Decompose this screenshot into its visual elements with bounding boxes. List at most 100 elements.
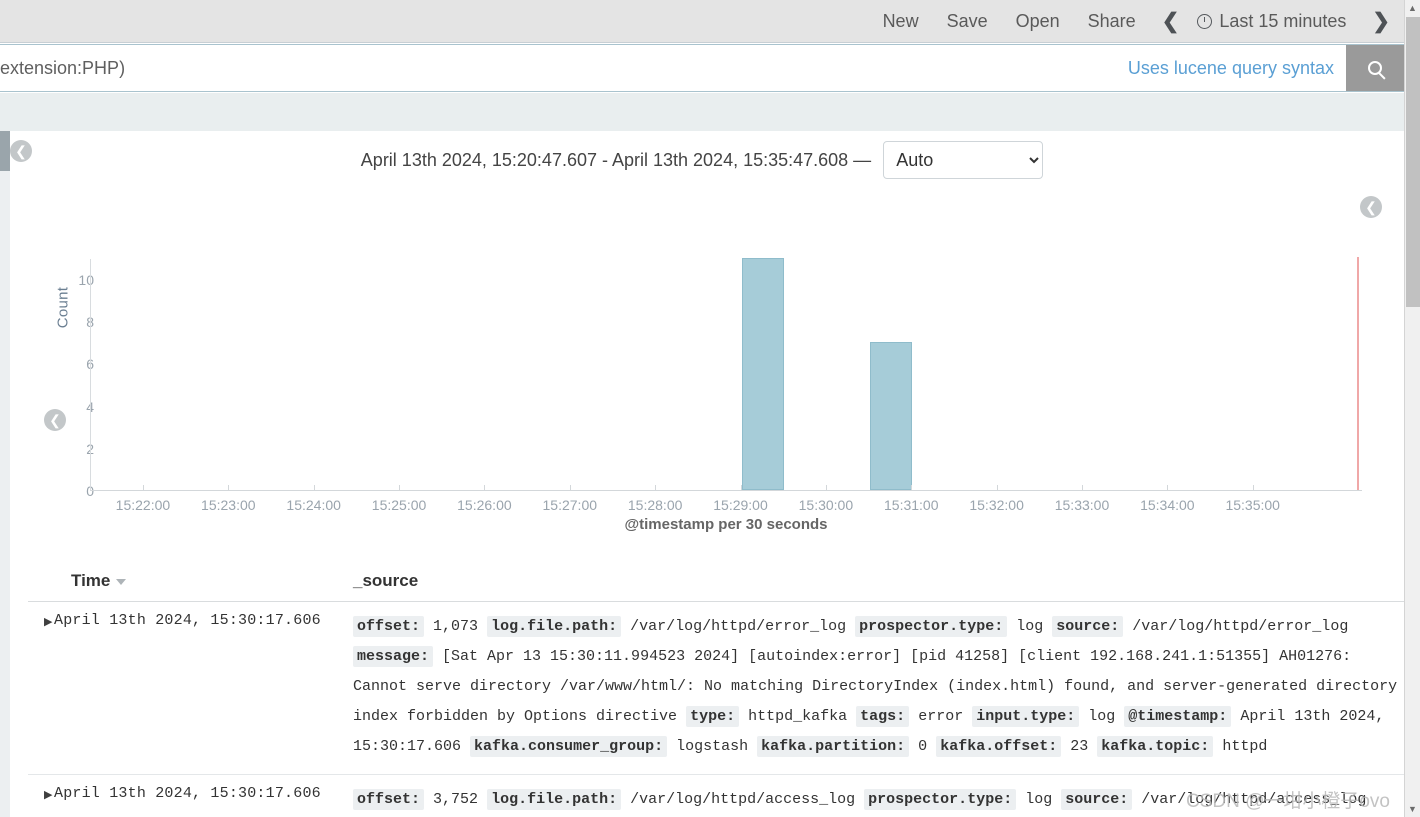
histogram-chart: Count 0 2 4 6 8 10 15:22:00 15:23:00 15:24:00 15… xyxy=(40,191,1370,541)
x-axis-tickmark xyxy=(313,485,315,491)
field-name: log.file.path: xyxy=(487,789,622,810)
column-header-time[interactable]: Time xyxy=(28,571,353,591)
expand-row-icon[interactable]: ▶ xyxy=(28,785,54,801)
field-value: 23 xyxy=(1070,738,1089,755)
expand-row-icon[interactable]: ▶ xyxy=(28,612,54,628)
time-range-picker[interactable]: Last 15 minutes xyxy=(1197,11,1346,32)
plot-area xyxy=(90,257,1362,491)
row-timestamp: April 13th 2024, 15:30:17.606 xyxy=(54,785,321,802)
field-name: source: xyxy=(1052,616,1124,637)
histogram-bar[interactable] xyxy=(741,258,784,490)
field-value: /var/log/httpd/access_log xyxy=(1141,791,1367,808)
field-value: /var/log/httpd/access_log xyxy=(630,791,856,808)
x-axis-tickmark xyxy=(1081,485,1083,491)
field-value: 1,073 xyxy=(433,618,479,635)
x-axis-tickmark xyxy=(911,485,913,491)
x-axis-tickmark xyxy=(569,485,571,491)
x-axis-tick: 15:30:00 xyxy=(798,497,854,513)
sort-descending-icon[interactable] xyxy=(116,578,127,585)
share-button[interactable]: Share xyxy=(1088,11,1136,32)
x-axis-tickmark xyxy=(1252,485,1254,491)
table-row[interactable]: ▶ April 13th 2024, 15:30:17.606 offset: 1,… xyxy=(28,602,1404,775)
scroll-down-arrow-icon[interactable]: ▼ xyxy=(1405,801,1420,817)
field-value: httpd_kafka xyxy=(748,708,848,725)
x-axis-tick: 15:34:00 xyxy=(1140,497,1195,513)
row-time-cell: ▶ April 13th 2024, 15:30:17.606 xyxy=(28,785,353,817)
field-name: kafka.consumer_group: xyxy=(470,736,668,757)
x-axis-tick: 15:25:00 xyxy=(371,497,427,513)
current-time-marker xyxy=(1357,257,1359,490)
x-axis-tickmark xyxy=(740,485,742,491)
interval-select[interactable]: AutoMillisecondSecondMinuteHourlyDailyWe… xyxy=(883,141,1044,179)
field-name: offset: xyxy=(353,616,425,637)
field-value: /var/log/httpd/error_log xyxy=(630,618,847,635)
field-name: prospector.type: xyxy=(864,789,1017,810)
x-axis-tick: 15:26:00 xyxy=(457,497,512,513)
field-name: input.type: xyxy=(972,706,1080,727)
x-axis-tick: 15:32:00 xyxy=(969,497,1024,513)
x-axis-tick: 15:27:00 xyxy=(542,497,598,513)
new-button[interactable]: New xyxy=(883,11,919,32)
field-name: kafka.topic: xyxy=(1097,736,1214,757)
x-axis-tick: 15:28:00 xyxy=(627,497,683,513)
row-source-cell: offset: 3,752 log.file.path: /var/log/ht… xyxy=(353,785,1404,817)
field-value: log xyxy=(1088,708,1116,725)
time-range-label: Last 15 minutes xyxy=(1219,10,1347,31)
scroll-up-arrow-icon[interactable]: ▲ xyxy=(1405,0,1420,16)
column-header-time-label: Time xyxy=(71,571,111,590)
field-value: logstash xyxy=(676,738,749,755)
field-value: log xyxy=(1025,791,1053,808)
field-name: log.file.path: xyxy=(487,616,622,637)
clock-icon xyxy=(1197,13,1213,29)
field-value: error xyxy=(918,708,964,725)
field-name: offset: xyxy=(353,789,425,810)
sidebar-scroll-track[interactable] xyxy=(0,131,10,817)
field-name: kafka.offset: xyxy=(936,736,1062,757)
x-axis-tick: 15:31:00 xyxy=(884,497,939,513)
x-axis-tickmark xyxy=(1167,485,1169,491)
x-axis-tickmark xyxy=(825,485,827,491)
table-body: ▶ April 13th 2024, 15:30:17.606 offset: 1,… xyxy=(28,602,1404,817)
x-axis-labels: 15:22:00 15:23:00 15:24:00 15:25:00 15:26:00… xyxy=(90,485,1362,515)
page-scrollbar[interactable]: ▲ ▼ xyxy=(1404,0,1420,817)
x-axis-tick: 15:23:00 xyxy=(201,497,256,513)
lucene-syntax-hint[interactable]: Uses lucene query syntax xyxy=(1118,45,1346,91)
toolbar-gap-band xyxy=(0,93,1404,131)
chevron-right-icon[interactable]: ❯ xyxy=(1372,11,1390,32)
x-axis-tickmark xyxy=(484,485,486,491)
field-value: 3,752 xyxy=(433,791,479,808)
field-name: @timestamp: xyxy=(1124,706,1232,727)
query-bar: Uses lucene query syntax xyxy=(0,44,1404,92)
column-header-source: _source xyxy=(353,571,419,590)
x-axis-tickmark xyxy=(142,485,144,491)
open-button[interactable]: Open xyxy=(1016,11,1060,32)
x-axis-tick: 15:35:00 xyxy=(1225,497,1280,513)
search-input[interactable] xyxy=(0,45,1118,91)
field-value: httpd xyxy=(1222,738,1268,755)
x-axis-tickmark xyxy=(996,485,998,491)
x-axis-tickmark xyxy=(399,485,401,491)
field-name: type: xyxy=(686,706,740,727)
table-header-row: Time _source xyxy=(28,571,1404,602)
documents-table: Time _source ▶ April 13th 2024, 15:30:17.… xyxy=(28,571,1404,817)
x-axis-tick: 15:24:00 xyxy=(286,497,341,513)
search-submit-button[interactable] xyxy=(1346,45,1404,91)
x-axis-tick: 15:22:00 xyxy=(115,497,171,513)
histogram-bar[interactable] xyxy=(869,342,912,490)
x-axis-title: @timestamp per 30 seconds xyxy=(624,516,828,533)
search-icon xyxy=(1368,61,1382,75)
table-row[interactable]: ▶ April 13th 2024, 15:30:17.606 offset: 3,… xyxy=(28,775,1404,817)
x-axis-tickmark xyxy=(655,485,657,491)
chevron-left-icon[interactable]: ❮ xyxy=(1162,11,1180,32)
row-timestamp: April 13th 2024, 15:30:17.606 xyxy=(54,612,321,629)
page-scroll-thumb[interactable] xyxy=(1406,17,1420,307)
field-value: /var/log/httpd/error_log xyxy=(1132,618,1349,635)
save-button[interactable]: Save xyxy=(947,11,988,32)
field-value: log xyxy=(1016,618,1044,635)
field-name: tags: xyxy=(856,706,910,727)
field-name: source: xyxy=(1061,789,1133,810)
x-axis-tickmark xyxy=(228,485,230,491)
field-name: message: xyxy=(353,646,434,667)
x-axis-tick: 15:29:00 xyxy=(713,497,768,513)
main-content: ❮ ❮ ❮ April 13th 2024, 15:20:47.607 - Ap… xyxy=(0,131,1404,817)
